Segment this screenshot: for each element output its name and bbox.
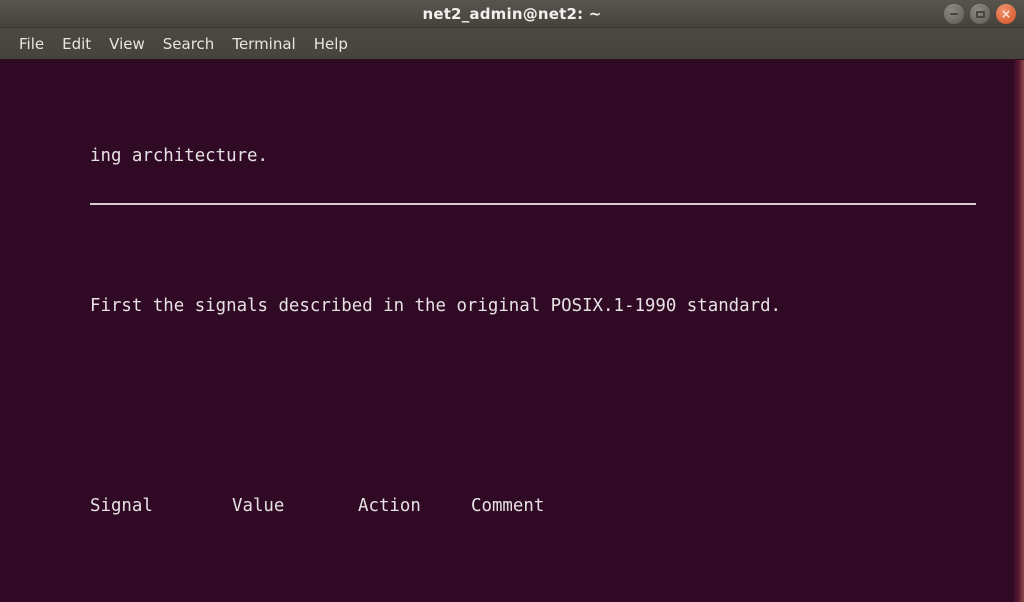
header-value: Value xyxy=(232,496,285,516)
header-separator xyxy=(90,203,976,205)
header-action: Action xyxy=(358,496,421,516)
menu-item-view[interactable]: View xyxy=(100,32,154,56)
intro-line-1: ing architecture. xyxy=(90,146,268,166)
terminal-screen[interactable]: ing architecture. First the signals desc… xyxy=(0,60,1024,602)
minimize-icon xyxy=(950,13,958,15)
maximize-button[interactable] xyxy=(970,4,990,24)
title-bar[interactable]: net2_admin@net2: ~ × xyxy=(0,0,1024,28)
terminal-text: ing architecture. First the signals desc… xyxy=(0,60,781,602)
intro-line-2: First the signals described in the origi… xyxy=(90,296,782,316)
minimize-button[interactable] xyxy=(944,4,964,24)
menu-item-terminal[interactable]: Terminal xyxy=(223,32,304,56)
scrollbar-edge[interactable] xyxy=(1014,60,1024,602)
table-header-row: Signal Value Action Comment xyxy=(90,494,781,519)
window-title: net2_admin@net2: ~ xyxy=(422,5,602,23)
header-comment: Comment xyxy=(471,496,545,516)
header-signal: Signal xyxy=(90,496,153,516)
menu-item-help[interactable]: Help xyxy=(305,32,357,56)
maximize-icon xyxy=(975,10,985,18)
menu-bar: File Edit View Search Terminal Help xyxy=(0,28,1024,60)
menu-item-edit[interactable]: Edit xyxy=(53,32,100,56)
close-icon: × xyxy=(1000,7,1012,21)
header-rule-spacer xyxy=(90,594,781,602)
window-controls: × xyxy=(944,4,1016,24)
menu-item-file[interactable]: File xyxy=(10,32,53,56)
close-button[interactable]: × xyxy=(996,4,1016,24)
terminal-window: net2_admin@net2: ~ × File Edit View Sear… xyxy=(0,0,1024,602)
menu-item-search[interactable]: Search xyxy=(154,32,224,56)
